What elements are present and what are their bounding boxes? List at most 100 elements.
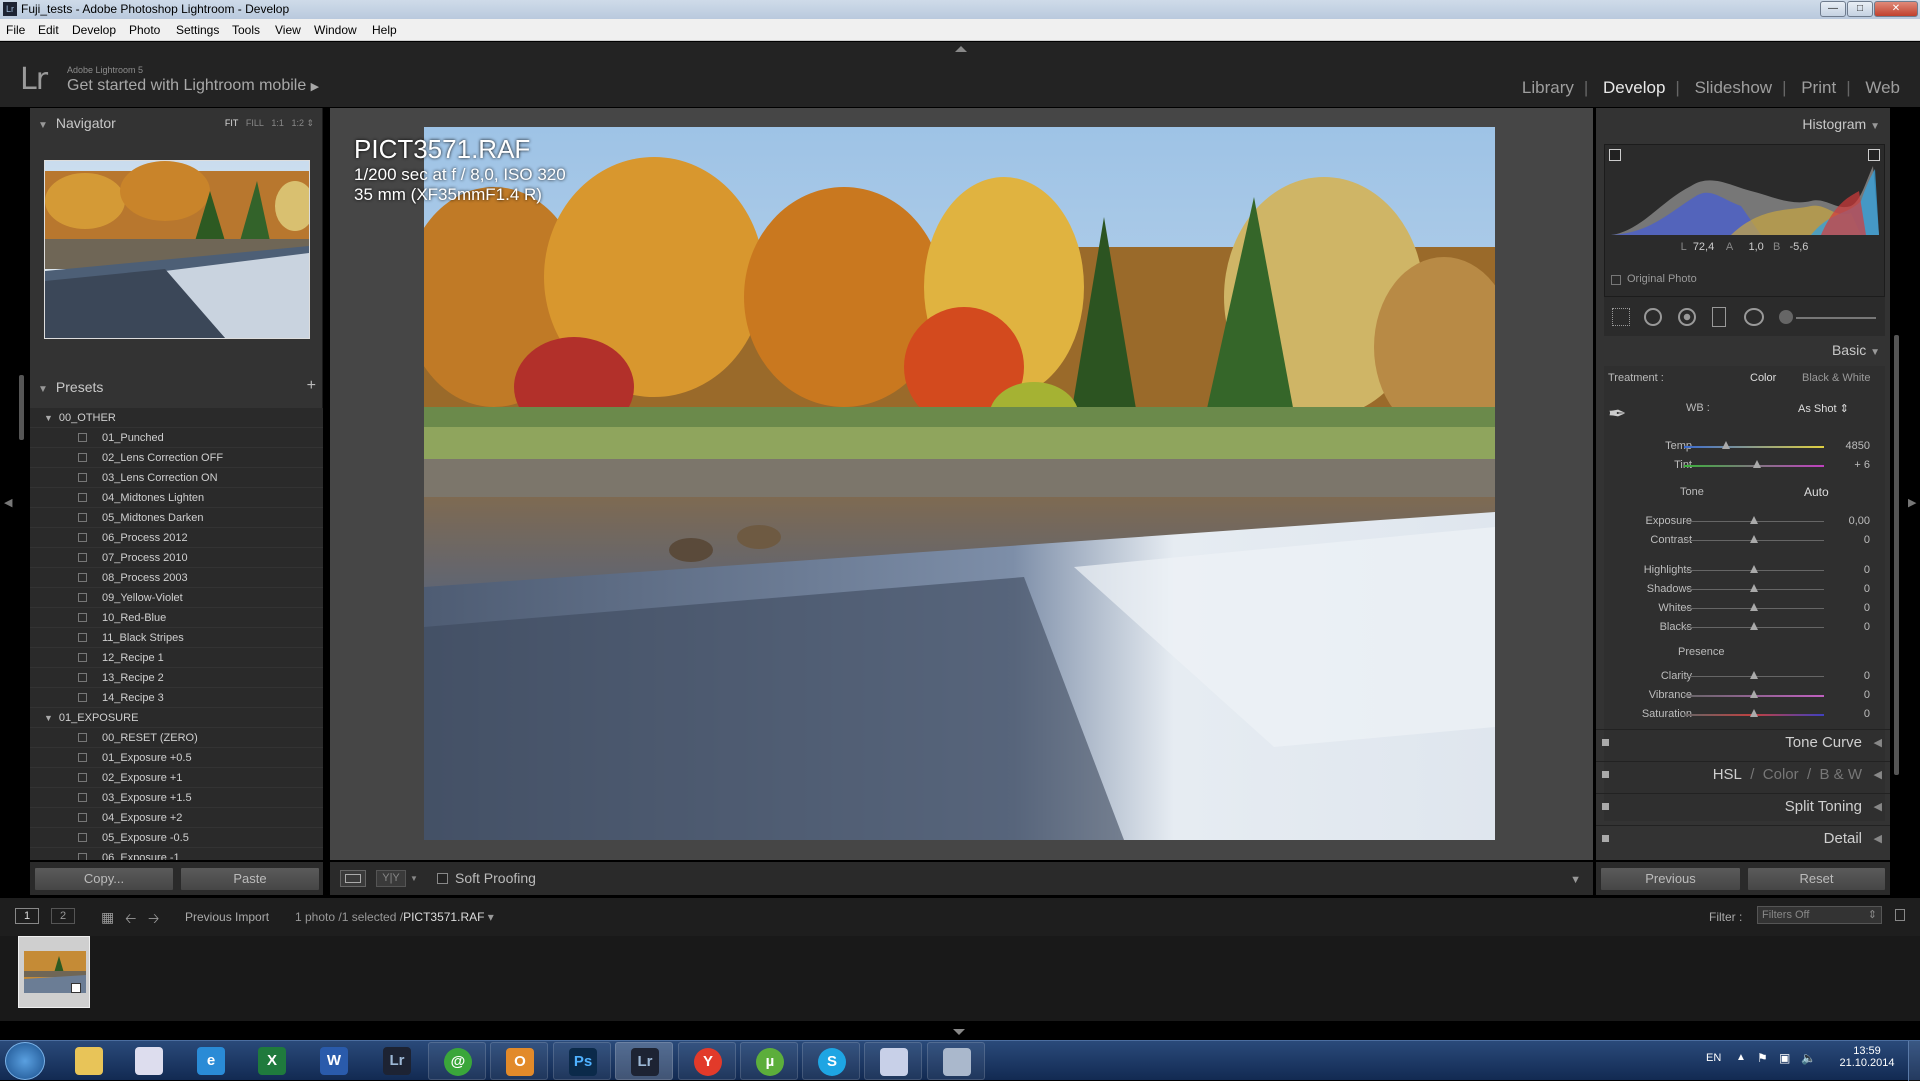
mobile-promo[interactable]: Get started with Lightroom mobile ▶ xyxy=(67,77,319,95)
slider-temp[interactable]: Temp 4850 xyxy=(1596,438,1890,456)
taskbar-outlook[interactable]: O xyxy=(490,1042,548,1080)
slider-thumb[interactable] xyxy=(1752,460,1761,468)
preset-item[interactable]: 04_Midtones Lighten xyxy=(30,488,323,508)
preset-item[interactable]: 12_Recipe 1 xyxy=(30,648,323,668)
start-button[interactable] xyxy=(5,1042,45,1080)
slider-track[interactable] xyxy=(1684,446,1824,448)
copy-button[interactable]: Copy... xyxy=(34,867,174,891)
preset-item[interactable]: 05_Midtones Darken xyxy=(30,508,323,528)
filmstrip-thumbnail[interactable] xyxy=(18,936,90,1008)
taskbar-lightroom-active[interactable]: Lr xyxy=(615,1042,673,1080)
hsl-header[interactable]: HSL / Color / B & W ◀ xyxy=(1596,761,1890,787)
slider-highlights[interactable]: Highlights 0 xyxy=(1596,562,1890,580)
taskbar-photoshop[interactable]: Ps xyxy=(553,1042,611,1080)
collapse-top-panel-icon[interactable] xyxy=(955,46,967,52)
clock[interactable]: 13:59 21.10.2014 xyxy=(1832,1045,1902,1069)
collapse-right-panel-icon[interactable]: ▶ xyxy=(1908,496,1916,509)
taskbar-explorer[interactable] xyxy=(60,1042,118,1080)
taskbar-skype[interactable]: S xyxy=(802,1042,860,1080)
slider-thumb[interactable] xyxy=(1750,622,1758,630)
slider-value[interactable]: 0 xyxy=(1864,689,1870,701)
slider-value[interactable]: 4850 xyxy=(1846,440,1870,452)
spot-removal-icon[interactable] xyxy=(1644,308,1662,326)
module-web[interactable]: Web xyxy=(1865,78,1900,97)
preset-item[interactable]: 03_Lens Correction ON xyxy=(30,468,323,488)
slider-contrast[interactable]: Contrast 0 xyxy=(1596,532,1890,550)
menu-develop[interactable]: Develop xyxy=(72,19,116,41)
preset-item[interactable]: 06_Exposure -1 xyxy=(30,848,323,860)
preset-item[interactable]: 09_Yellow-Violet xyxy=(30,588,323,608)
preset-item[interactable]: 05_Exposure -0.5 xyxy=(30,828,323,848)
menu-settings[interactable]: Settings xyxy=(176,19,219,41)
basic-header[interactable]: Basic ▼ xyxy=(1832,342,1880,358)
slider-value[interactable]: 0,00 xyxy=(1849,515,1870,527)
zoom-1-1[interactable]: 1:1 xyxy=(271,118,284,128)
preset-item[interactable]: 03_Exposure +1.5 xyxy=(30,788,323,808)
preset-folder[interactable]: ▼ 00_OTHER xyxy=(30,408,323,428)
secondary-window-button[interactable]: 2 xyxy=(51,908,75,924)
primary-window-button[interactable]: 1 xyxy=(15,908,39,924)
count-filename[interactable]: PICT3571.RAF xyxy=(403,910,484,924)
before-after-icon[interactable]: Y|Y xyxy=(376,870,406,887)
navigator-header[interactable]: ▼ Navigator FIT FILL 1:1 1:2 ⇕ xyxy=(30,110,322,136)
preset-item[interactable]: 11_Black Stripes xyxy=(30,628,323,648)
slider-value[interactable]: 0 xyxy=(1864,670,1870,682)
preset-item[interactable]: 04_Exposure +2 xyxy=(30,808,323,828)
slider-thumb[interactable] xyxy=(1750,535,1758,543)
menu-photo[interactable]: Photo xyxy=(129,19,160,41)
slider-tint[interactable]: Tint+ 6 xyxy=(1596,457,1890,475)
add-preset-icon[interactable]: + xyxy=(307,373,316,399)
red-eye-icon[interactable] xyxy=(1678,308,1696,326)
left-scrollbar[interactable] xyxy=(19,375,24,440)
auto-tone-button[interactable]: Auto xyxy=(1804,485,1829,499)
slider-clarity[interactable]: Clarity 0 xyxy=(1596,668,1890,686)
right-scrollbar[interactable] xyxy=(1894,335,1899,775)
wb-dropdown[interactable]: As Shot ⇕ xyxy=(1798,402,1849,415)
menu-edit[interactable]: Edit xyxy=(38,19,59,41)
preset-item[interactable]: 01_Punched xyxy=(30,428,323,448)
taskbar-ie[interactable]: e xyxy=(182,1042,240,1080)
slider-thumb[interactable] xyxy=(1750,690,1758,698)
soft-proofing-checkbox[interactable] xyxy=(437,873,448,884)
preset-item[interactable]: 00_RESET (ZERO) xyxy=(30,728,323,748)
taskbar-excel[interactable]: X xyxy=(243,1042,301,1080)
slider-blacks[interactable]: Blacks 0 xyxy=(1596,619,1890,637)
slider-exposure[interactable]: Exposure 0,00 xyxy=(1596,513,1890,531)
radial-filter-icon[interactable] xyxy=(1744,308,1764,326)
volume-icon[interactable]: 🔈 xyxy=(1801,1051,1816,1065)
loupe-view-icon[interactable] xyxy=(340,870,366,887)
slider-value[interactable]: 0 xyxy=(1864,534,1870,546)
slider-value[interactable]: 0 xyxy=(1864,602,1870,614)
preset-item[interactable]: 13_Recipe 2 xyxy=(30,668,323,688)
module-develop[interactable]: Develop xyxy=(1603,78,1665,97)
minimize-button[interactable]: — xyxy=(1820,1,1846,17)
menu-view[interactable]: View xyxy=(275,19,301,41)
panel-switch-icon[interactable] xyxy=(1602,771,1609,778)
hsl-tab[interactable]: HSL xyxy=(1713,766,1742,783)
preset-item[interactable]: 06_Process 2012 xyxy=(30,528,323,548)
taskbar-network[interactable] xyxy=(927,1042,985,1080)
main-photo[interactable] xyxy=(424,127,1495,840)
panel-switch-icon[interactable] xyxy=(1602,835,1609,842)
treatment-bw[interactable]: Black & White xyxy=(1802,372,1870,384)
slider-shadows[interactable]: Shadows 0 xyxy=(1596,581,1890,599)
taskbar-lightroom-pin[interactable]: Lr xyxy=(368,1042,426,1080)
adjustment-brush-icon[interactable] xyxy=(1779,310,1793,324)
module-library[interactable]: Library xyxy=(1522,78,1574,97)
color-tab[interactable]: Color xyxy=(1763,766,1799,783)
show-desktop-button[interactable] xyxy=(1908,1041,1920,1081)
graduated-filter-icon[interactable] xyxy=(1712,307,1726,327)
language-indicator[interactable]: EN xyxy=(1706,1052,1721,1064)
collapse-filmstrip-icon[interactable] xyxy=(953,1029,965,1035)
preset-item[interactable]: 07_Process 2010 xyxy=(30,548,323,568)
back-arrow-icon[interactable]: 🡠 xyxy=(125,908,136,932)
histogram-header[interactable]: Histogram ▼ xyxy=(1802,116,1880,132)
tray-expand-icon[interactable]: ▲ xyxy=(1736,1052,1746,1063)
module-print[interactable]: Print xyxy=(1801,78,1836,97)
menu-help[interactable]: Help xyxy=(372,19,397,41)
treatment-color[interactable]: Color xyxy=(1750,372,1776,384)
panel-switch-icon[interactable] xyxy=(1602,739,1609,746)
preset-item[interactable]: 08_Process 2003 xyxy=(30,568,323,588)
taskbar-app[interactable] xyxy=(120,1042,178,1080)
preset-item[interactable]: 14_Recipe 3 xyxy=(30,688,323,708)
